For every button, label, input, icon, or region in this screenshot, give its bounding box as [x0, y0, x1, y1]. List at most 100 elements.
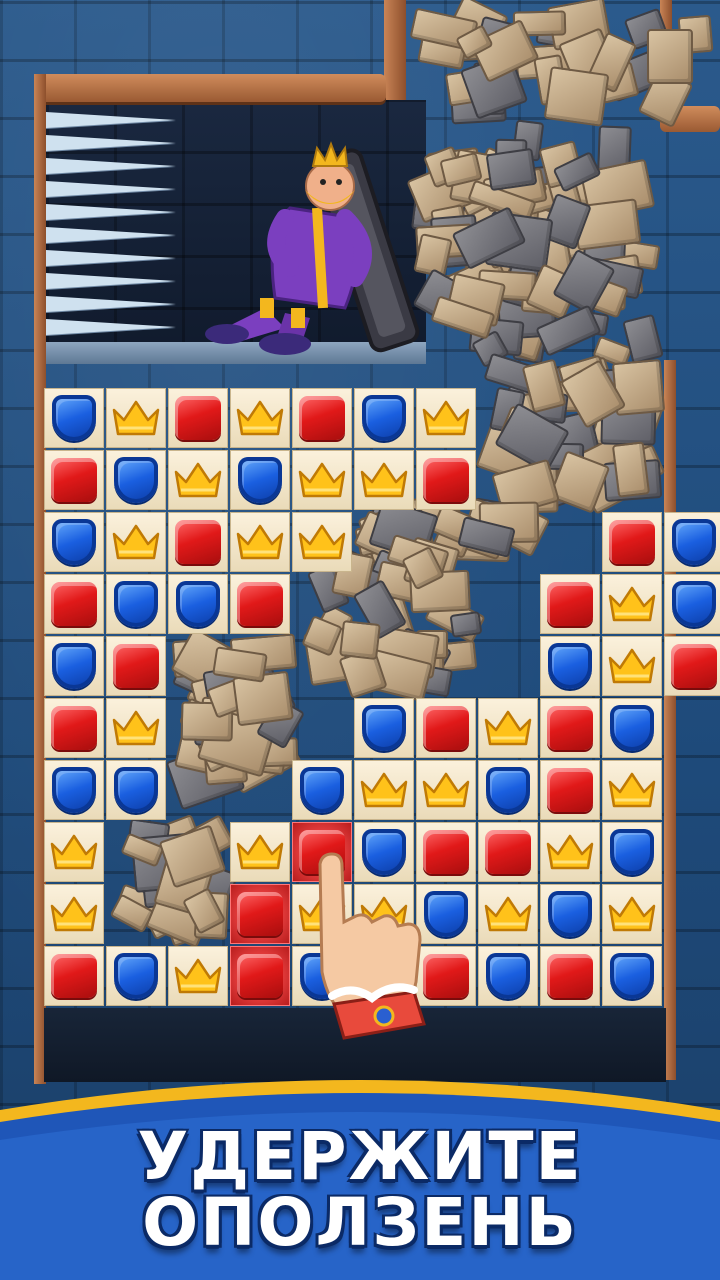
- board-tile[interactable]: [230, 574, 290, 634]
- board-tile[interactable]: [292, 760, 352, 820]
- board-tile[interactable]: [106, 636, 166, 696]
- spike-trap-icon: [46, 112, 186, 342]
- board-tile[interactable]: [602, 574, 662, 634]
- crown-gem-icon: [607, 894, 657, 934]
- board-tile[interactable]: [602, 884, 662, 944]
- board-tile[interactable]: [602, 636, 662, 696]
- board-tile[interactable]: [664, 574, 720, 634]
- crown-gem-icon: [173, 956, 223, 996]
- crown-gem-icon: [111, 522, 161, 562]
- crown-gem-icon: [235, 832, 285, 872]
- crown-gem-icon: [49, 894, 99, 934]
- board-tile[interactable]: [416, 450, 476, 510]
- king-character: [205, 141, 420, 355]
- board-tile[interactable]: [44, 760, 104, 820]
- board-tile[interactable]: [602, 698, 662, 758]
- crown-gem-icon: [359, 770, 409, 810]
- red-gem-icon: [547, 706, 593, 750]
- board-tile[interactable]: [44, 946, 104, 1006]
- board-tile[interactable]: [230, 822, 290, 882]
- blue-shield-gem-icon: [114, 953, 158, 999]
- board-tile[interactable]: [106, 946, 166, 1006]
- spike: [46, 158, 176, 174]
- board-tile[interactable]: [44, 512, 104, 572]
- pointing-hand-icon: [318, 852, 426, 1040]
- board-tile[interactable]: [664, 636, 720, 696]
- crown-gem-icon: [49, 832, 99, 872]
- blue-shield-gem-icon: [672, 519, 716, 565]
- board-tile[interactable]: [230, 450, 290, 510]
- spike: [46, 204, 176, 220]
- board-tile[interactable]: [602, 946, 662, 1006]
- blue-shield-gem-icon: [52, 767, 96, 813]
- board-tile[interactable]: [230, 946, 290, 1006]
- red-gem-icon: [175, 396, 221, 440]
- board-tile[interactable]: [354, 698, 414, 758]
- blue-shield-gem-icon: [114, 581, 158, 627]
- red-gem-icon: [51, 458, 97, 502]
- red-gem-icon: [51, 582, 97, 626]
- frame-top-beam: [34, 74, 386, 102]
- board-tile[interactable]: [602, 512, 662, 572]
- crown-gem-icon: [421, 398, 471, 438]
- board-tile[interactable]: [478, 946, 538, 1006]
- board-tile[interactable]: [292, 388, 352, 448]
- red-gem-icon: [609, 520, 655, 564]
- board-tile[interactable]: [44, 884, 104, 944]
- board-tile[interactable]: [540, 636, 600, 696]
- board-tile[interactable]: [44, 450, 104, 510]
- board-tile[interactable]: [540, 698, 600, 758]
- board-tile[interactable]: [168, 946, 228, 1006]
- board-tile[interactable]: [106, 450, 166, 510]
- spike: [46, 135, 176, 151]
- red-gem-icon: [547, 768, 593, 812]
- banner-title-line2: ОПОЛЗЕНЬ: [142, 1184, 578, 1261]
- board-tile[interactable]: [540, 760, 600, 820]
- board-tile[interactable]: [230, 512, 290, 572]
- spike: [46, 250, 176, 266]
- blue-shield-gem-icon: [114, 767, 158, 813]
- board-tile[interactable]: [540, 574, 600, 634]
- board-tile[interactable]: [106, 512, 166, 572]
- board-tile[interactable]: [416, 760, 476, 820]
- board-tile[interactable]: [168, 388, 228, 448]
- board-tile[interactable]: [168, 450, 228, 510]
- red-gem-icon: [237, 892, 283, 936]
- spike: [46, 181, 176, 197]
- board-tile[interactable]: [292, 450, 352, 510]
- red-gem-icon: [51, 954, 97, 998]
- board-tile[interactable]: [44, 636, 104, 696]
- board-tile[interactable]: [168, 574, 228, 634]
- board-tile[interactable]: [602, 822, 662, 882]
- board-tile[interactable]: [416, 388, 476, 448]
- board-tile[interactable]: [540, 884, 600, 944]
- board-tile[interactable]: [416, 698, 476, 758]
- board-tile[interactable]: [478, 884, 538, 944]
- blue-shield-gem-icon: [672, 581, 716, 627]
- board-tile[interactable]: [106, 388, 166, 448]
- board-tile[interactable]: [354, 388, 414, 448]
- board-tile[interactable]: [478, 822, 538, 882]
- board-tile[interactable]: [230, 884, 290, 944]
- board-tile[interactable]: [106, 760, 166, 820]
- board-tile[interactable]: [478, 760, 538, 820]
- board-tile[interactable]: [168, 512, 228, 572]
- blue-shield-gem-icon: [238, 457, 282, 503]
- board-tile[interactable]: [230, 388, 290, 448]
- board-tile[interactable]: [44, 574, 104, 634]
- board-tile[interactable]: [292, 512, 352, 572]
- board-tile[interactable]: [44, 698, 104, 758]
- crown-gem-icon: [235, 398, 285, 438]
- board-tile[interactable]: [540, 822, 600, 882]
- board-tile[interactable]: [44, 822, 104, 882]
- board-tile[interactable]: [602, 760, 662, 820]
- board-tile[interactable]: [106, 698, 166, 758]
- board-tile[interactable]: [664, 512, 720, 572]
- board-tile[interactable]: [44, 388, 104, 448]
- board-tile[interactable]: [540, 946, 600, 1006]
- board-tile[interactable]: [478, 698, 538, 758]
- board-tile[interactable]: [354, 450, 414, 510]
- board-tile[interactable]: [106, 574, 166, 634]
- blue-shield-gem-icon: [52, 519, 96, 565]
- board-tile[interactable]: [354, 760, 414, 820]
